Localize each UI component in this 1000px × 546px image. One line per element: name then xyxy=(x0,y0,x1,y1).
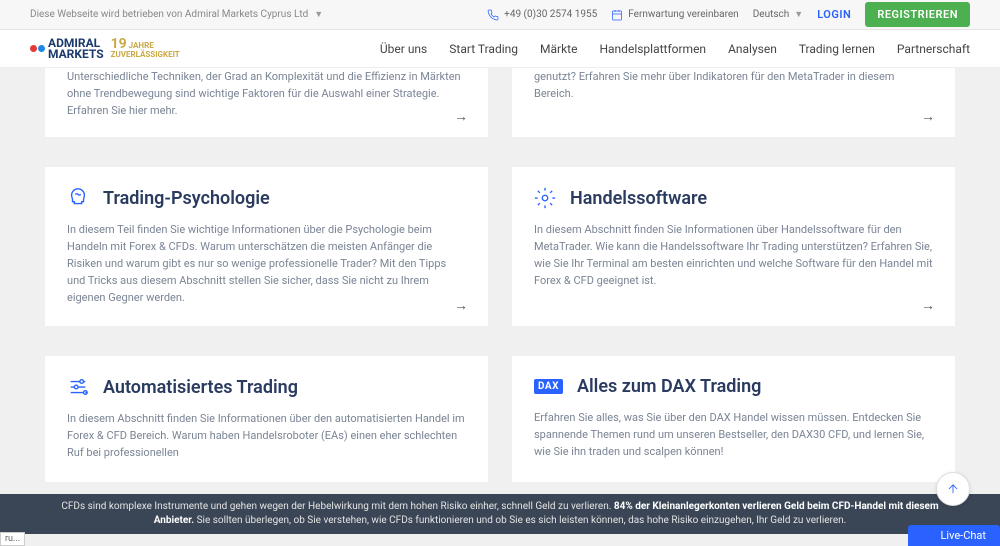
card-title: Alles zum DAX Trading xyxy=(577,376,761,397)
card-desc: Erfahren Sie alles, was Sie über den DAX… xyxy=(534,409,933,460)
remote-support-link[interactable]: Fernwartung vereinbaren xyxy=(611,9,738,21)
card-title: Trading-Psychologie xyxy=(103,188,270,209)
card-desc: In diesem Teil finden Sie wichtige Infor… xyxy=(67,221,466,306)
arrow-up-icon xyxy=(946,482,960,496)
register-button[interactable]: REGISTRIEREN xyxy=(865,2,970,27)
card-psychology[interactable]: Trading-Psychologie In diesem Teil finde… xyxy=(45,167,488,326)
sliders-icon xyxy=(67,376,89,398)
nav-partnership[interactable]: Partnerschaft xyxy=(897,42,970,56)
phone-number: +49 (0)30 2574 1955 xyxy=(504,9,597,20)
nav-start-trading[interactable]: Start Trading xyxy=(449,42,518,56)
nav-analysis[interactable]: Analysen xyxy=(728,42,777,56)
risk-text-a: CFDs sind komplexe Instrumente und gehen… xyxy=(61,501,613,512)
nav-learn[interactable]: Trading lernen xyxy=(799,42,875,56)
card-desc: In diesem Abschnitt finden Sie Informati… xyxy=(67,410,466,461)
arrow-right-icon[interactable]: → xyxy=(921,108,935,125)
live-chat-label: Live-Chat xyxy=(940,529,986,542)
brain-icon xyxy=(67,187,89,209)
logo-line2: MARKETS xyxy=(48,49,104,60)
login-button[interactable]: LOGIN xyxy=(817,8,851,21)
logo-dot-blue xyxy=(38,45,45,52)
card-software[interactable]: Handelssoftware In diesem Abschnitt find… xyxy=(512,167,955,326)
chevron-down-icon[interactable]: ▼ xyxy=(314,9,323,20)
nav-markets[interactable]: Märkte xyxy=(540,42,577,56)
card-indicators-partial[interactable]: genutzt? Erfahren Sie mehr über Indikato… xyxy=(512,68,955,137)
card-desc: genutzt? Erfahren Sie mehr über Indikato… xyxy=(534,68,933,102)
arrow-right-icon[interactable]: → xyxy=(454,108,468,125)
card-title: Handelssoftware xyxy=(570,188,707,209)
card-title: Automatisiertes Trading xyxy=(103,377,298,398)
gear-icon xyxy=(534,187,556,209)
live-chat-button[interactable]: Live-Chat xyxy=(908,525,1000,546)
chat-icon xyxy=(922,530,934,542)
card-dax[interactable]: DAX Alles zum DAX Trading Erfahren Sie a… xyxy=(512,356,955,481)
logo-dot-red xyxy=(30,45,37,52)
arrow-right-icon[interactable]: → xyxy=(454,297,468,314)
operated-by-text: Diese Webseite wird betrieben von Admira… xyxy=(30,9,308,20)
card-desc: In diesem Abschnitt finden Sie Informati… xyxy=(534,221,933,289)
nav-about[interactable]: Über uns xyxy=(380,42,427,56)
risk-text-c: Sie sollten überlegen, ob Sie verstehen,… xyxy=(194,515,846,526)
remote-support-label: Fernwartung vereinbaren xyxy=(628,9,738,20)
arrow-right-icon[interactable]: → xyxy=(921,297,935,314)
logo[interactable]: ADMIRAL MARKETS 19 JAHRE ZUVERLÄSSIGKEIT xyxy=(30,38,180,60)
dax-badge-icon: DAX xyxy=(534,379,563,394)
risk-warning-banner: CFDs sind komplexe Instrumente und gehen… xyxy=(0,494,1000,534)
logo-jahre: JAHRE xyxy=(129,41,154,50)
nav-platforms[interactable]: Handelsplattformen xyxy=(599,42,706,56)
chevron-down-icon: ▼ xyxy=(794,9,803,20)
phone-icon xyxy=(487,9,499,21)
phone-link[interactable]: +49 (0)30 2574 1955 xyxy=(487,9,597,21)
logo-tagline: ZUVERLÄSSIGKEIT xyxy=(111,50,180,59)
card-automated[interactable]: Automatisiertes Trading In diesem Abschn… xyxy=(45,356,488,481)
language-select[interactable]: Deutsch ▼ xyxy=(753,9,803,20)
language-label: Deutsch xyxy=(753,9,790,20)
url-status-bar: ru... xyxy=(0,532,25,546)
card-strategies-partial[interactable]: Unterschiedliche Techniken, der Grad an … xyxy=(45,68,488,137)
calendar-icon xyxy=(611,9,623,21)
card-desc: Unterschiedliche Techniken, der Grad an … xyxy=(67,68,466,119)
scroll-top-button[interactable] xyxy=(936,472,970,506)
